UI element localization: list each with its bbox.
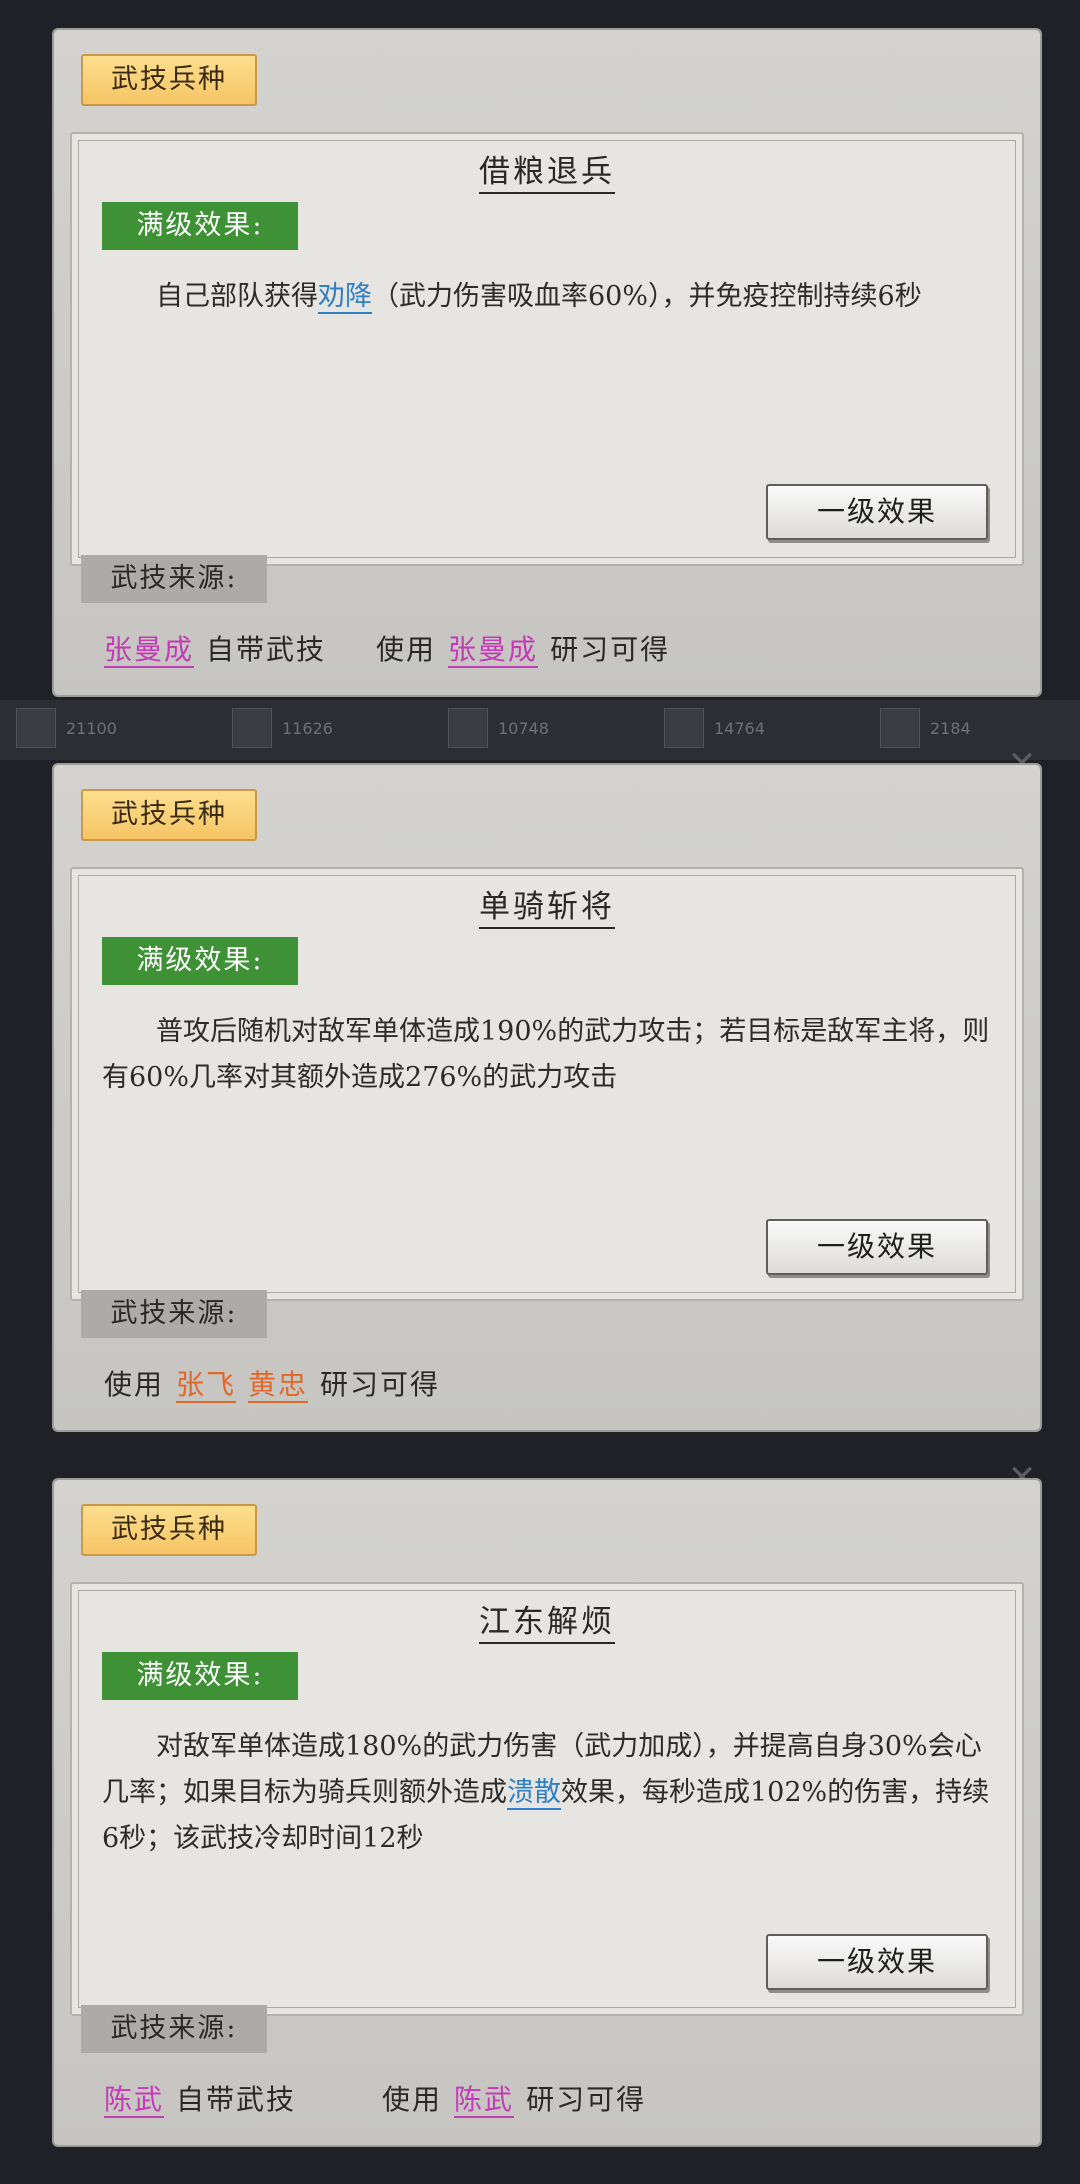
max-level-tag: 满级效果: xyxy=(102,1652,298,1700)
stat-cell: 10748 xyxy=(432,706,648,750)
level-one-effect-button[interactable]: 一级效果 xyxy=(766,1934,988,1990)
skill-description: 自己部队获得劝降（武力伤害吸血率60%），并免疫控制持续6秒 xyxy=(156,281,922,314)
level-one-effect-button[interactable]: 一级效果 xyxy=(766,484,988,540)
skill-title: 江东解烦 xyxy=(72,1596,1022,1644)
keyword-link[interactable]: 溃散 xyxy=(507,1777,561,1810)
skill-description: 普攻后随机对敌军单体造成190%的武力攻击；若目标是敌军主将，则有60%几率对其… xyxy=(102,1016,990,1093)
skill-title: 借粮退兵 xyxy=(72,146,1022,194)
skill-type-tag[interactable]: 武技兵种 xyxy=(81,54,257,106)
stat-value: 21100 xyxy=(66,718,117,738)
source-tag: 武技来源: xyxy=(81,1290,267,1338)
background-stats-strip: 21100 11626 10748 14764 2184 xyxy=(0,700,1080,760)
general-name-link[interactable]: 陈武 xyxy=(454,2083,515,2118)
stat-cell: 21100 xyxy=(0,706,216,750)
max-level-tag: 满级效果: xyxy=(102,202,298,250)
avatar xyxy=(664,708,704,748)
avatar xyxy=(880,708,920,748)
source-line: 使用 张飞 黄忠 研习可得 xyxy=(104,1368,441,1403)
skill-card: 单骑斩将 满级效果: 普攻后随机对敌军单体造成190%的武力攻击；若目标是敌军主… xyxy=(70,867,1024,1301)
stat-value: 10748 xyxy=(498,718,549,738)
skill-panel-2: 武技兵种 单骑斩将 满级效果: 普攻后随机对敌军单体造成190%的武力攻击；若目… xyxy=(54,765,1040,1430)
general-name-link[interactable]: 陈武 xyxy=(104,2083,165,2118)
skill-title: 单骑斩将 xyxy=(72,881,1022,929)
stat-value: 14764 xyxy=(714,718,765,738)
avatar xyxy=(232,708,272,748)
source-tag: 武技来源: xyxy=(81,2005,267,2053)
general-name-link[interactable]: 张曼成 xyxy=(104,633,195,668)
max-level-tag: 满级效果: xyxy=(102,937,298,985)
avatar xyxy=(448,708,488,748)
stat-value: 2184 xyxy=(930,718,971,738)
skill-type-tag[interactable]: 武技兵种 xyxy=(81,789,257,841)
skill-card: 江东解烦 满级效果: 对敌军单体造成180%的武力伤害（武力加成），并提高自身3… xyxy=(70,1582,1024,2016)
stat-value: 11626 xyxy=(282,718,333,738)
skill-type-tag[interactable]: 武技兵种 xyxy=(81,1504,257,1556)
skill-panel-1: 武技兵种 借粮退兵 满级效果: 自己部队获得劝降（武力伤害吸血率60%），并免疫… xyxy=(54,30,1040,695)
general-name-link[interactable]: 黄忠 xyxy=(248,1368,309,1403)
stat-cell: 2184 xyxy=(864,706,1080,750)
stat-cell: 14764 xyxy=(648,706,864,750)
general-name-link[interactable]: 张飞 xyxy=(176,1368,237,1403)
keyword-link[interactable]: 劝降 xyxy=(318,281,372,314)
source-line: 陈武 自带武技 使用 陈武 研习可得 xyxy=(104,2083,647,2118)
general-name-link[interactable]: 张曼成 xyxy=(448,633,539,668)
source-line: 张曼成 自带武技 使用 张曼成 研习可得 xyxy=(104,633,671,668)
level-one-effect-button[interactable]: 一级效果 xyxy=(766,1219,988,1275)
avatar xyxy=(16,708,56,748)
skill-card: 借粮退兵 满级效果: 自己部队获得劝降（武力伤害吸血率60%），并免疫控制持续6… xyxy=(70,132,1024,566)
skill-panel-3: 武技兵种 江东解烦 满级效果: 对敌军单体造成180%的武力伤害（武力加成），并… xyxy=(54,1480,1040,2145)
source-tag: 武技来源: xyxy=(81,555,267,603)
skill-description: 对敌军单体造成180%的武力伤害（武力加成），并提高自身30%会心几率；如果目标… xyxy=(102,1731,990,1854)
stat-cell: 11626 xyxy=(216,706,432,750)
